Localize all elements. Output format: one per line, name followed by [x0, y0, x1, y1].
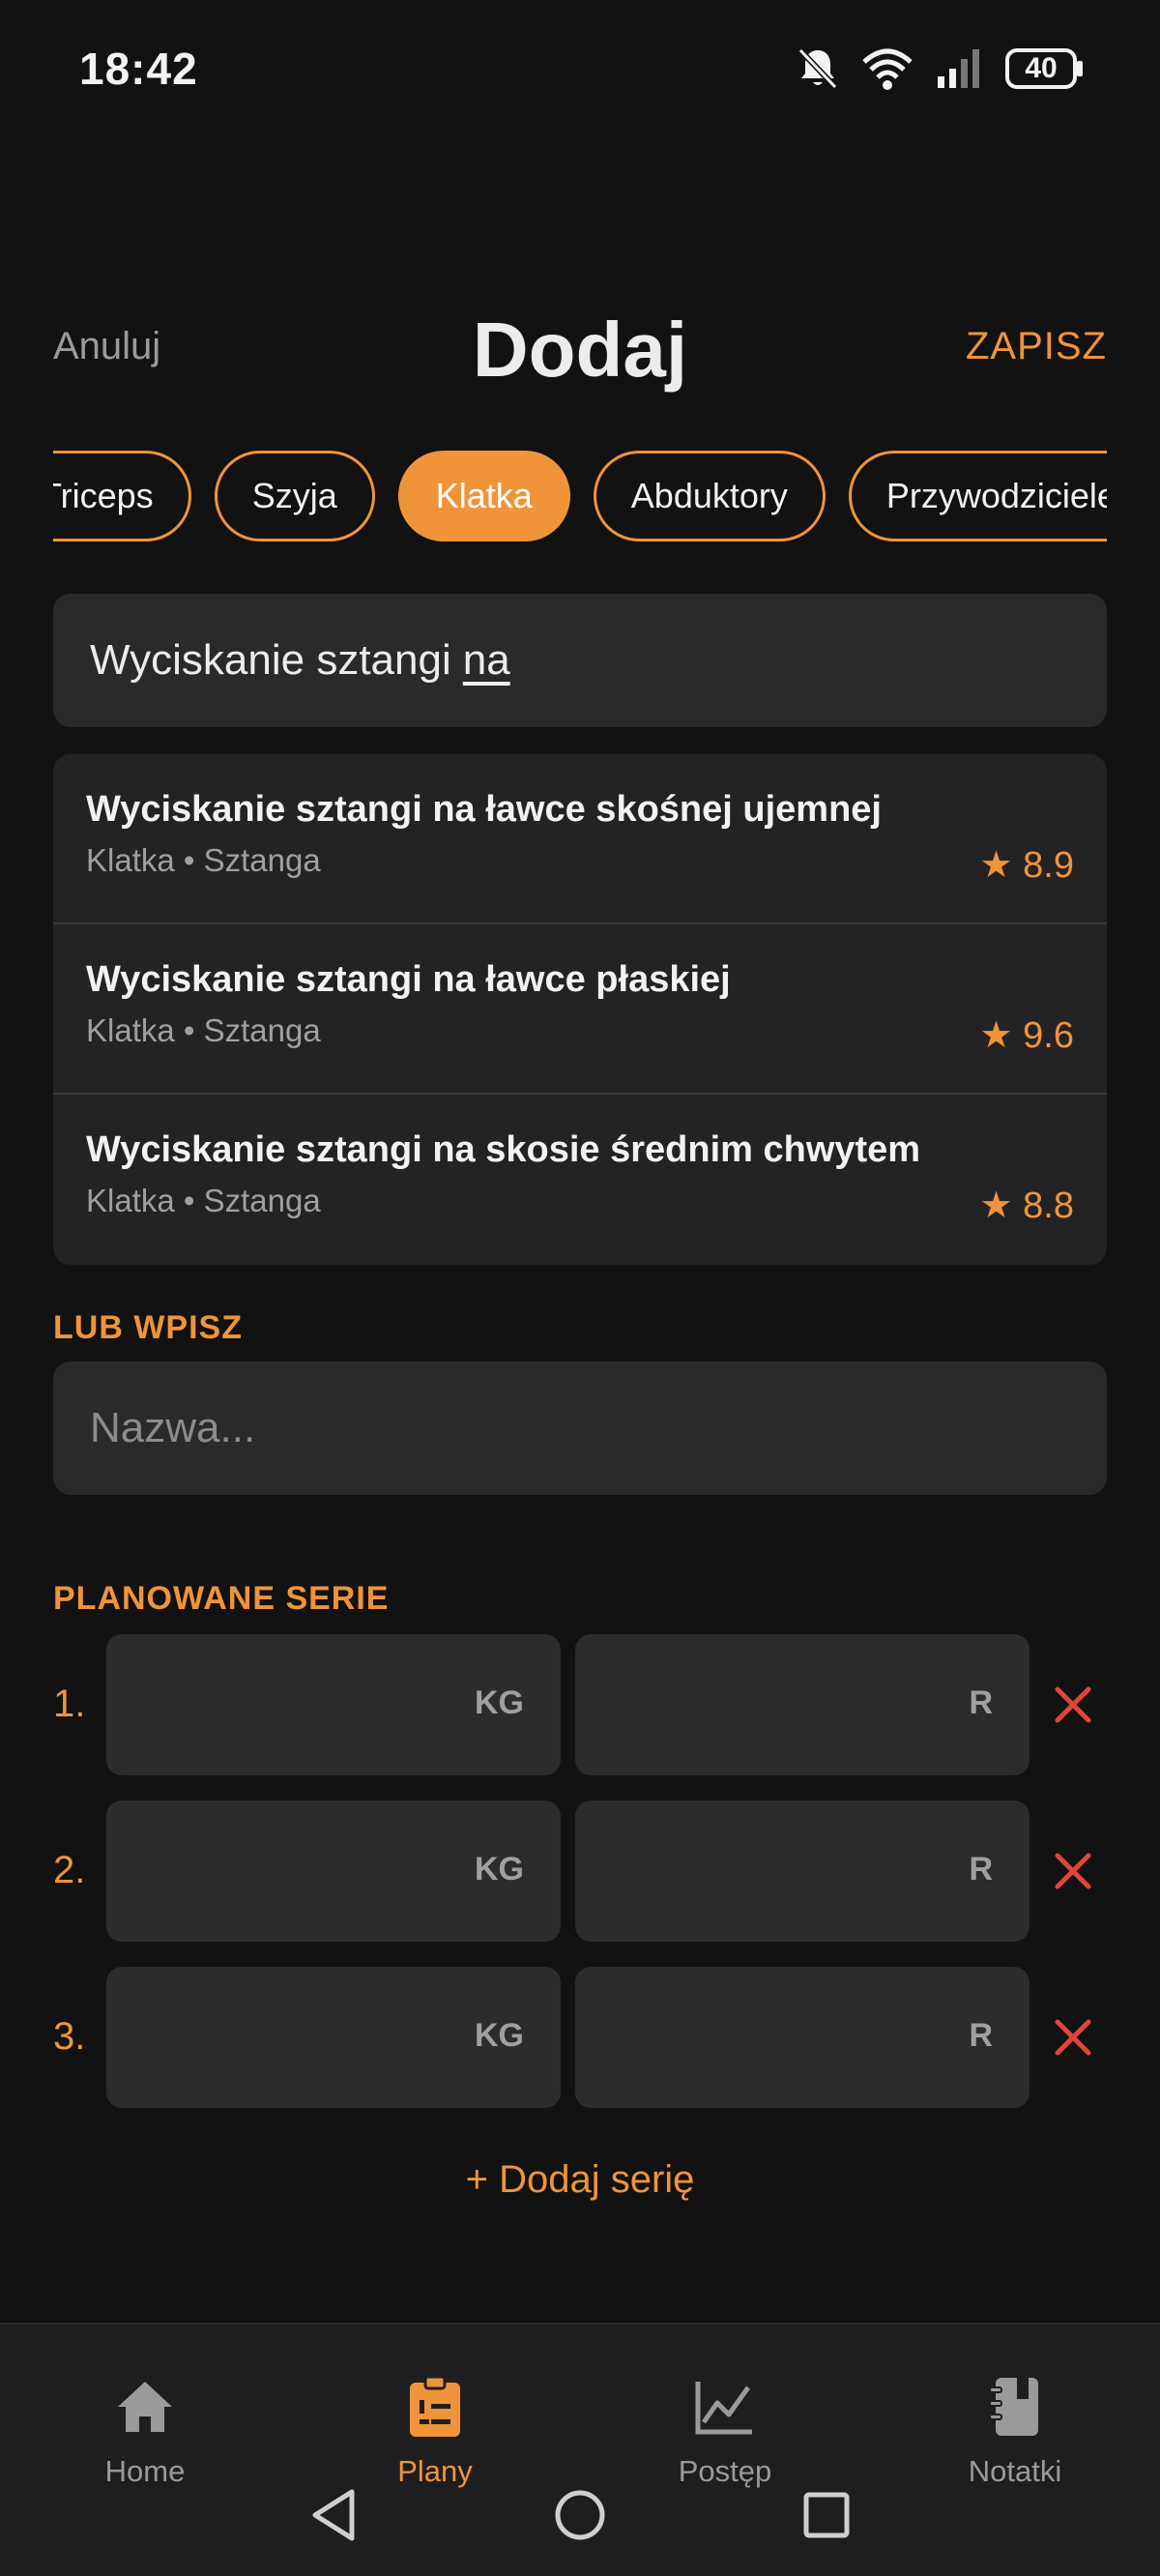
chip-abduktory[interactable]: Abduktory [593, 451, 826, 542]
result-item[interactable]: Wyciskanie sztangi na skosie średnim chw… [53, 1095, 1107, 1265]
close-icon [1055, 2019, 1091, 2056]
close-icon [1055, 1853, 1091, 1889]
status-bar: 18:42 40 [0, 0, 1160, 145]
name-input[interactable] [53, 1361, 1107, 1495]
set-weight-input[interactable]: KG [106, 1634, 561, 1775]
chip-szyja[interactable]: Szyja [214, 451, 375, 542]
set-reps-input[interactable]: R [575, 1800, 1030, 1942]
set-reps-input[interactable]: R [575, 1634, 1030, 1775]
set-row: 2. KG R [53, 1800, 1107, 1942]
system-nav-bar [0, 2481, 1160, 2549]
chart-line-icon [695, 2382, 752, 2435]
home-icon [118, 2382, 172, 2432]
set-number: 1. [53, 1683, 86, 1725]
clipboard-list-icon [410, 2375, 460, 2437]
nav-item-home[interactable]: Home [0, 2373, 290, 2489]
chip-klatka[interactable]: Klatka [397, 451, 570, 542]
set-number: 3. [53, 2015, 86, 2058]
result-name: Wyciskanie sztangi na ławce płaskiej [86, 959, 731, 1000]
delete-set-button[interactable] [1039, 1671, 1107, 1739]
set-row: 1. KG R [53, 1634, 1107, 1775]
chip-triceps[interactable]: Triceps [53, 451, 191, 542]
nav-item-postep[interactable]: Postęp [580, 2373, 870, 2489]
reps-unit: R [969, 2017, 993, 2054]
result-rating: ★ 9.6 [979, 1015, 1074, 1056]
weight-unit: KG [475, 1851, 524, 1888]
delete-set-button[interactable] [1039, 1837, 1107, 1905]
back-triangle-icon [312, 2489, 355, 2541]
category-chips[interactable]: Triceps Szyja Klatka Abduktory Przywodzi… [53, 451, 1107, 543]
planned-sets-label: PLANOWANE SERIE [53, 1580, 390, 1617]
delete-set-button[interactable] [1039, 2004, 1107, 2071]
status-clock: 18:42 [79, 44, 198, 94]
custom-name-label: LUB WPISZ [53, 1309, 243, 1346]
result-name: Wyciskanie sztangi na ławce skośnej ujem… [86, 789, 882, 830]
close-icon [1055, 1686, 1091, 1723]
home-circle-icon [555, 2490, 605, 2540]
search-text: Wyciskanie sztangi [90, 636, 451, 684]
set-row: 3. KG R [53, 1967, 1107, 2108]
add-set-button[interactable]: + Dodaj serię [0, 2158, 1160, 2202]
system-home-button[interactable] [546, 2481, 614, 2549]
nav-item-plany[interactable]: Plany [290, 2373, 580, 2489]
result-meta: Klatka • Sztanga [86, 1183, 321, 1218]
result-name: Wyciskanie sztangi na skosie średnim chw… [86, 1129, 921, 1170]
set-number: 2. [53, 1849, 86, 1891]
result-rating: ★ 8.8 [979, 1186, 1074, 1226]
search-text-composing: na [462, 636, 510, 684]
weight-unit: KG [475, 1684, 524, 1721]
category-chip-row: Triceps Szyja Klatka Abduktory Przywodzi… [53, 451, 1107, 542]
search-input[interactable]: Wyciskanie sztangi na [53, 594, 1107, 727]
signal-icon [936, 47, 984, 90]
result-meta: Klatka • Sztanga [86, 1012, 321, 1048]
notebook-icon [989, 2378, 1038, 2436]
system-back-button[interactable] [300, 2481, 367, 2549]
set-weight-input[interactable]: KG [106, 1967, 561, 2108]
battery-icon: 40 [1005, 48, 1085, 89]
save-button[interactable]: ZAPISZ [966, 325, 1107, 368]
chip-przywodziciele[interactable]: Przywodziciele [848, 451, 1107, 542]
result-rating: ★ 8.9 [979, 845, 1074, 886]
result-meta: Klatka • Sztanga [86, 842, 321, 878]
result-item[interactable]: Wyciskanie sztangi na ławce płaskiej Kla… [53, 924, 1107, 1095]
system-recents-button[interactable] [793, 2481, 860, 2549]
bell-muted-icon [797, 46, 839, 91]
battery-level: 40 [1025, 52, 1058, 84]
wifi-icon [860, 46, 914, 91]
page-title: Dodaj [472, 307, 688, 393]
set-weight-input[interactable]: KG [106, 1800, 561, 1942]
set-reps-input[interactable]: R [575, 1967, 1030, 2108]
weight-unit: KG [475, 2017, 524, 2054]
nav-item-notatki[interactable]: Notatki [870, 2373, 1160, 2489]
reps-unit: R [969, 1851, 993, 1888]
page-header: Anuluj Dodaj ZAPISZ [53, 290, 1107, 406]
reps-unit: R [969, 1684, 993, 1721]
status-icons: 40 [797, 46, 1085, 91]
result-item[interactable]: Wyciskanie sztangi na ławce skośnej ujem… [53, 754, 1107, 924]
search-results: Wyciskanie sztangi na ławce skośnej ujem… [53, 754, 1107, 1265]
recents-square-icon [803, 2492, 850, 2538]
